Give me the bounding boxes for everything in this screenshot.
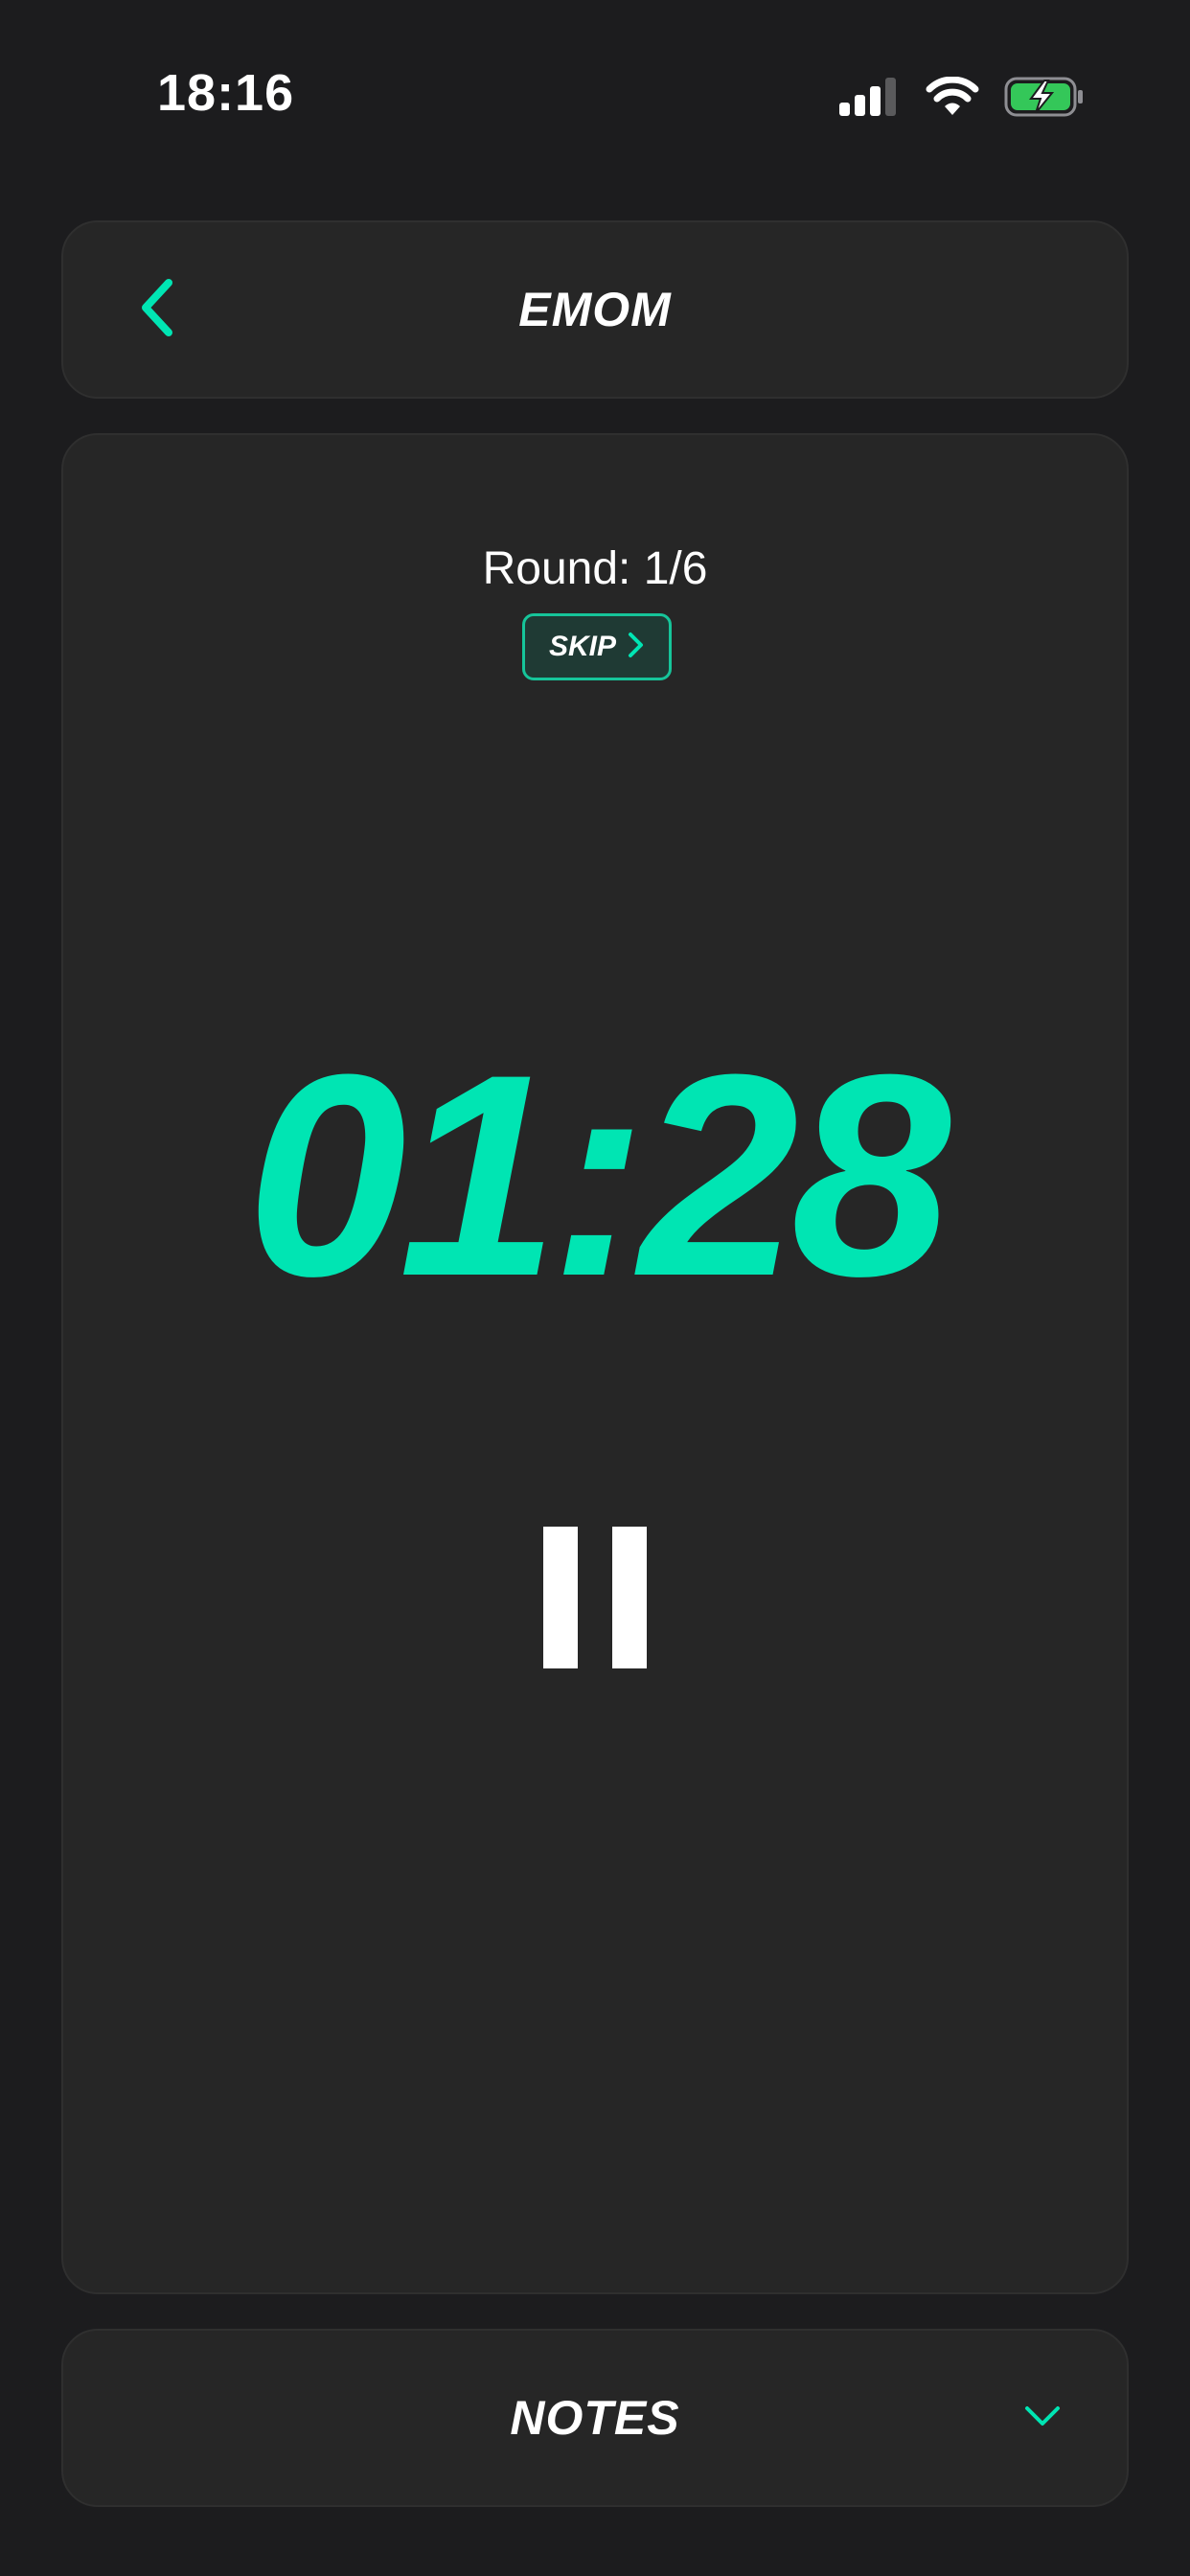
pause-button[interactable] [523, 1506, 667, 1689]
chevron-down-icon [1023, 2404, 1062, 2432]
header-card: EMOM [61, 220, 1129, 399]
notes-title: NOTES [510, 2391, 680, 2445]
page-title: EMOM [518, 283, 672, 336]
notes-expand-button[interactable] [1014, 2389, 1071, 2447]
timer-card: Round: 1/6 SKIP 01:28 [61, 433, 1129, 2294]
status-icons [839, 76, 1085, 122]
pause-icon [543, 1527, 647, 1668]
status-bar: 18:16 [0, 0, 1190, 192]
cellular-signal-icon [839, 78, 901, 121]
status-time: 18:16 [157, 64, 295, 122]
wifi-icon [926, 76, 979, 122]
chevron-right-icon [628, 632, 645, 663]
round-counter: Round: 1/6 [482, 543, 708, 594]
skip-label: SKIP [548, 631, 617, 662]
skip-button[interactable]: SKIP [522, 613, 672, 680]
notes-panel[interactable]: NOTES [61, 2329, 1129, 2507]
battery-charging-icon [1004, 77, 1085, 122]
timer-display: 01:28 [246, 1014, 950, 1336]
